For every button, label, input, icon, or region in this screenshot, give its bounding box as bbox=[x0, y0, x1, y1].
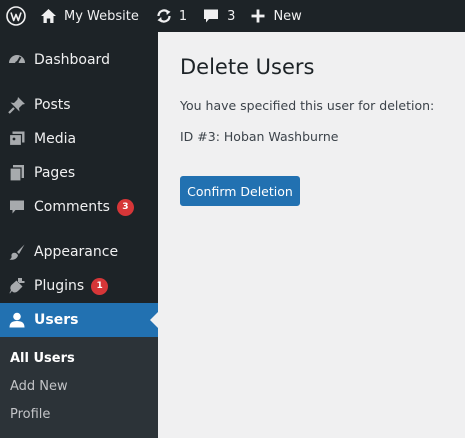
sidebar-item-label: Plugins bbox=[34, 278, 85, 294]
media-icon bbox=[0, 129, 34, 149]
updates-count: 1 bbox=[178, 8, 188, 24]
sidebar-item-media[interactable]: Media bbox=[0, 122, 158, 156]
site-name-label: My Website bbox=[64, 8, 139, 24]
plugins-update-badge: 1 bbox=[91, 277, 109, 295]
user-to-delete: ID #3: Hoban Washburne bbox=[180, 129, 339, 144]
sidebar-item-label: Dashboard bbox=[34, 52, 110, 68]
sidebar-item-label: Comments bbox=[34, 199, 110, 215]
main-content: Delete Users You have specified this use… bbox=[158, 32, 465, 438]
sidebar-item-plugins[interactable]: Plugins 1 bbox=[0, 269, 158, 303]
submenu-item-all-users[interactable]: All Users bbox=[10, 351, 75, 366]
sidebar-item-pages[interactable]: Pages bbox=[0, 156, 158, 190]
user-icon bbox=[0, 310, 34, 330]
refresh-icon bbox=[155, 8, 173, 24]
page-title: Delete Users bbox=[180, 55, 315, 79]
sidebar-item-dashboard[interactable]: Dashboard bbox=[0, 43, 158, 77]
comment-icon bbox=[0, 197, 34, 217]
wordpress-logo-icon[interactable] bbox=[0, 0, 32, 32]
sidebar-item-comments[interactable]: Comments 3 bbox=[0, 190, 158, 224]
deletion-intro-text: You have specified this user for deletio… bbox=[180, 98, 435, 113]
sidebar-item-label: Appearance bbox=[34, 244, 119, 260]
plus-icon bbox=[251, 9, 265, 23]
dashboard-icon bbox=[0, 50, 34, 70]
site-name-link[interactable]: My Website bbox=[32, 0, 139, 32]
comments-count: 3 bbox=[227, 8, 236, 24]
comment-bubble-icon bbox=[203, 8, 219, 24]
sidebar-item-label: Posts bbox=[34, 97, 71, 113]
new-label: New bbox=[273, 8, 302, 24]
confirm-deletion-button[interactable]: Confirm Deletion bbox=[180, 176, 300, 206]
comments-count-badge: 3 bbox=[116, 198, 134, 216]
submenu-item-add-new[interactable]: Add New bbox=[10, 379, 68, 394]
sidebar-item-label: Media bbox=[34, 131, 77, 147]
pin-icon bbox=[0, 95, 34, 115]
admin-bar: My Website 1 3 New bbox=[0, 0, 465, 32]
updates-link[interactable]: 1 bbox=[155, 0, 187, 32]
plug-icon bbox=[0, 276, 34, 296]
sidebar-item-users[interactable]: Users bbox=[0, 303, 158, 337]
sidebar-item-appearance[interactable]: Appearance bbox=[0, 235, 158, 269]
submenu-item-profile[interactable]: Profile bbox=[10, 407, 50, 422]
pages-icon bbox=[0, 163, 34, 183]
sidebar-item-posts[interactable]: Posts bbox=[0, 88, 158, 122]
sidebar-item-label: Pages bbox=[34, 165, 76, 181]
brush-icon bbox=[0, 242, 34, 262]
users-submenu: All Users Add New Profile bbox=[0, 337, 158, 438]
sidebar-item-label: Users bbox=[34, 312, 79, 328]
home-icon bbox=[40, 8, 57, 24]
comments-link[interactable]: 3 bbox=[203, 0, 235, 32]
current-menu-arrow bbox=[150, 312, 158, 328]
new-content-link[interactable]: New bbox=[251, 0, 302, 32]
